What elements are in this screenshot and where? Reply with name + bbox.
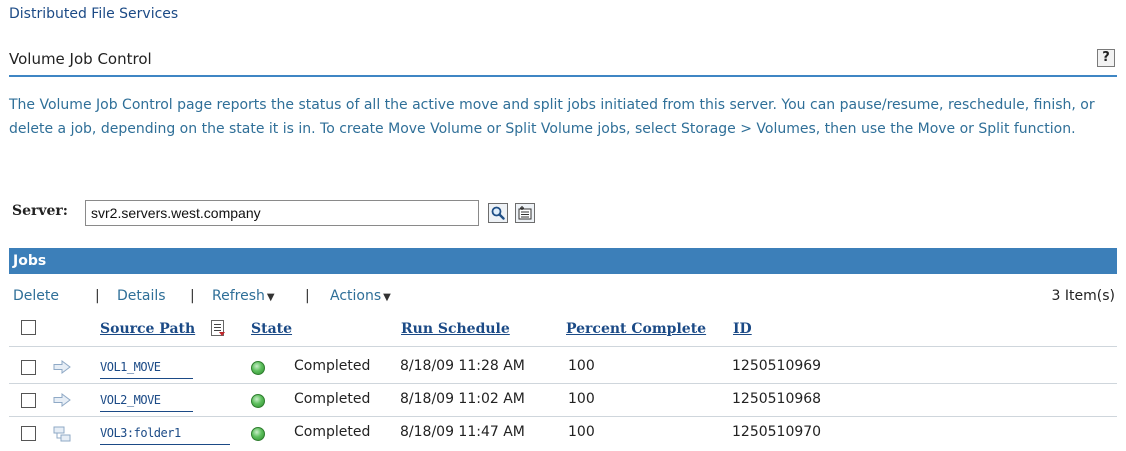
page-description: The Volume Job Control page reports the … bbox=[9, 97, 1095, 137]
item-count: 3 Item(s) bbox=[1051, 288, 1115, 304]
state-completed-icon bbox=[251, 427, 265, 441]
move-arrow-icon bbox=[53, 360, 71, 374]
details-button[interactable]: Details bbox=[117, 288, 166, 304]
breadcrumb[interactable]: Distributed File Services bbox=[9, 6, 178, 22]
link-underline bbox=[100, 444, 230, 445]
job-id: 1250510970 bbox=[732, 424, 822, 440]
job-id: 1250510968 bbox=[732, 391, 822, 407]
jobs-panel-header: Jobs bbox=[9, 248, 1117, 274]
run-schedule: 8/18/09 11:02 AM bbox=[400, 391, 525, 407]
row-checkbox[interactable] bbox=[21, 360, 36, 375]
link-underline bbox=[100, 411, 193, 412]
row-divider bbox=[9, 346, 1117, 347]
source-path-link[interactable]: VOL1_MOVE bbox=[100, 360, 161, 374]
toolbar-separator: | bbox=[95, 288, 100, 304]
table-row: VOL3:folder1 Completed 8/18/09 11:47 AM … bbox=[9, 417, 1117, 449]
row-checkbox[interactable] bbox=[21, 426, 36, 441]
state-text: Completed bbox=[294, 391, 371, 407]
table-row: VOL2_MOVE Completed 8/18/09 11:02 AM 100… bbox=[9, 384, 1117, 416]
source-path-link[interactable]: VOL3:folder1 bbox=[100, 426, 181, 440]
toolbar-separator: | bbox=[305, 288, 310, 304]
percent-complete: 100 bbox=[568, 424, 595, 440]
source-path-link[interactable]: VOL2_MOVE bbox=[100, 393, 161, 407]
column-header-percent-complete[interactable]: Percent Complete bbox=[566, 321, 706, 337]
state-completed-icon bbox=[251, 394, 265, 408]
actions-menu[interactable]: Actions ▼ bbox=[330, 288, 391, 304]
actions-label: Actions bbox=[330, 288, 382, 304]
title-divider bbox=[9, 75, 1117, 77]
sort-descending-icon[interactable] bbox=[211, 320, 225, 336]
toolbar-separator: | bbox=[190, 288, 195, 304]
column-header-source-path[interactable]: Source Path bbox=[100, 321, 195, 337]
jobs-toolbar: Delete | Details | Refresh ▼ | Actions ▼ 3… bbox=[9, 284, 1117, 310]
select-all-checkbox[interactable] bbox=[21, 320, 36, 335]
column-header-id[interactable]: ID bbox=[733, 321, 752, 337]
server-label: Server: bbox=[12, 203, 68, 219]
job-id: 1250510969 bbox=[732, 358, 822, 374]
percent-complete: 100 bbox=[568, 358, 595, 374]
table-row: VOL1_MOVE Completed 8/18/09 11:28 AM 100… bbox=[9, 351, 1117, 383]
server-input[interactable] bbox=[85, 200, 479, 226]
delete-button[interactable]: Delete bbox=[13, 288, 59, 304]
help-button[interactable]: ? bbox=[1097, 49, 1115, 67]
search-icon bbox=[491, 206, 505, 220]
link-underline bbox=[100, 378, 193, 379]
state-text: Completed bbox=[294, 424, 371, 440]
server-search-button[interactable] bbox=[488, 203, 508, 223]
chevron-down-icon: ▼ bbox=[383, 292, 391, 303]
column-header-run-schedule[interactable]: Run Schedule bbox=[401, 321, 510, 337]
page-title: Volume Job Control bbox=[9, 50, 152, 68]
run-schedule: 8/18/09 11:47 AM bbox=[400, 424, 525, 440]
row-checkbox[interactable] bbox=[21, 393, 36, 408]
refresh-label: Refresh bbox=[212, 288, 265, 304]
percent-complete: 100 bbox=[568, 391, 595, 407]
state-completed-icon bbox=[251, 361, 265, 375]
move-arrow-icon bbox=[53, 393, 71, 407]
run-schedule: 8/18/09 11:28 AM bbox=[400, 358, 525, 374]
state-text: Completed bbox=[294, 358, 371, 374]
column-header-state[interactable]: State bbox=[251, 321, 292, 337]
object-browser-icon bbox=[518, 206, 532, 220]
refresh-menu[interactable]: Refresh ▼ bbox=[212, 288, 275, 304]
chevron-down-icon: ▼ bbox=[266, 292, 275, 303]
server-browse-button[interactable] bbox=[515, 203, 535, 223]
split-folder-icon bbox=[53, 426, 71, 442]
